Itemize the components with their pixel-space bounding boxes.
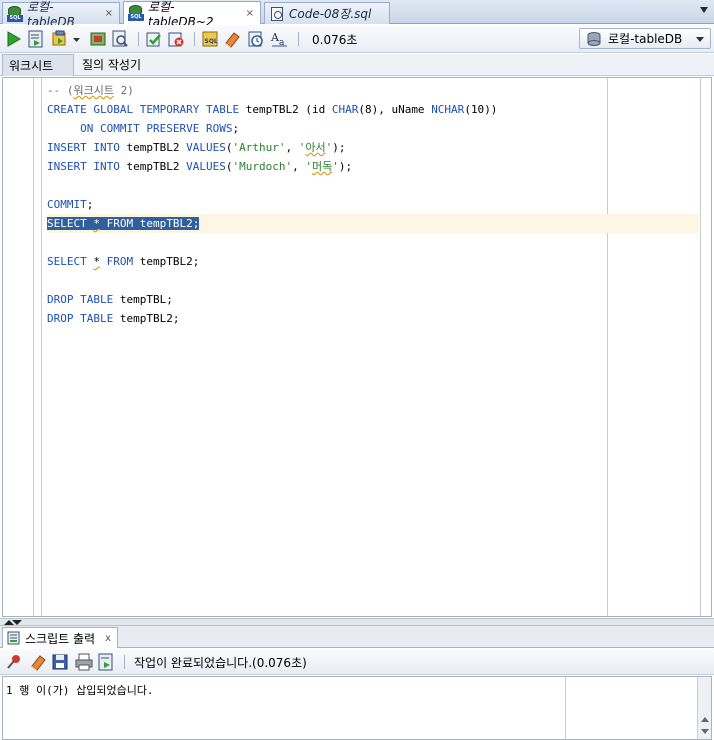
explain-plan-icon[interactable] [88,29,108,49]
code-line[interactable] [47,233,699,252]
autotrace-icon[interactable] [110,29,130,49]
run-script-icon[interactable] [26,29,46,49]
editor-edge [700,78,701,616]
code-line[interactable]: ON COMMIT PRESERVE ROWS; [47,119,699,138]
code-line[interactable]: DROP TABLE tempTBL; [47,290,699,309]
tab-local-tabledb[interactable]: SQL 로컬-tableDB × [2,0,120,29]
code-line[interactable]: INSERT INTO tempTBL2 VALUES('Murdoch', '… [47,157,699,176]
editor-tab-strip: SQL 로컬-tableDB × SQL 로컬-tableDB~2 × Code… [0,0,714,29]
script-output-area[interactable]: 1 행 이(가) 삽입되었습니다. [2,676,712,740]
tab-label: 스크립트 출력 [25,631,96,646]
clear-output-icon[interactable] [28,652,48,672]
gutter-divider [41,78,42,616]
history-icon[interactable] [246,29,266,49]
code-line[interactable]: SELECT * FROM tempTBL2; [47,252,699,271]
save-icon[interactable] [50,652,70,672]
run-statement-icon[interactable] [4,29,24,49]
clear-icon[interactable] [222,29,242,49]
tab-close-icon[interactable]: × [246,8,254,19]
panel-splitter[interactable] [0,618,714,626]
toolbar-separator [194,32,195,46]
tab-list-dropdown-icon[interactable] [700,7,708,13]
code-line[interactable] [47,176,699,195]
print-icon[interactable] [74,652,94,672]
scroll-up-icon[interactable] [701,717,709,722]
code-area[interactable]: -- (워크시트 2) CREATE GLOBAL TEMPORARY TABLE… [47,81,699,328]
code-line[interactable] [47,271,699,290]
worksheet-toolbar: SQL Aa 0.076초 로컬-tableDB [0,25,714,53]
toolbar-separator [298,32,299,46]
sql-file-icon [269,6,285,22]
tab-local-tabledb-2[interactable]: SQL 로컬-tableDB~2 × [123,0,261,29]
sql-connection-icon: SQL [128,5,144,21]
code-line[interactable]: INSERT INTO tempTBL2 VALUES('Arthur', '아… [47,138,699,157]
connection-label: 로컬-tableDB [608,32,683,46]
execution-time: 0.076초 [312,33,358,47]
output-toolbar: 작업이 완료되었습니다.(0.076초) [0,649,714,675]
code-line[interactable]: DROP TABLE tempTBL2; [47,309,699,328]
code-line[interactable]: COMMIT; [47,195,699,214]
tab-query-builder[interactable]: 질의 작성기 [76,54,147,76]
tab-label: Code-08장.sql [289,7,372,21]
commit-icon[interactable] [50,29,70,49]
tab-close-icon[interactable]: × [105,8,113,19]
connection-select[interactable]: 로컬-tableDB [579,28,711,49]
toolbar-separator [138,32,139,46]
dropdown-icon[interactable] [72,29,82,49]
gutter-divider [33,78,34,616]
format-case-icon[interactable]: Aa [270,29,290,49]
scroll-down-icon[interactable] [701,729,709,734]
svg-text:SQL: SQL [205,38,218,45]
tab-close-icon[interactable]: x [105,633,111,644]
run-script-icon[interactable] [96,652,116,672]
chevron-down-icon [696,37,704,42]
tab-code-08-sql[interactable]: Code-08장.sql [264,2,390,24]
sql-connection-icon: SQL [7,5,23,22]
commit-transaction-icon[interactable] [144,29,164,49]
code-line[interactable]: CREATE GLOBAL TEMPORARY TABLE tempTBL2 (… [47,100,699,119]
status-message: 작업이 완료되었습니다.(0.076초) [134,656,307,670]
tab-worksheet[interactable]: 워크시트 [2,54,74,76]
toolbar-separator [124,655,125,669]
pin-icon[interactable] [4,652,24,672]
script-output-icon [7,631,21,645]
database-connection-icon [586,31,602,47]
code-line[interactable]: -- (워크시트 2) [47,81,699,100]
sql-tuning-icon[interactable]: SQL [200,29,220,49]
tab-script-output[interactable]: 스크립트 출력 x [2,627,118,648]
output-tab-strip: 스크립트 출력 x [0,626,714,648]
output-result-text: 1 행 이(가) 삽입되었습니다. [6,684,154,697]
sql-editor[interactable]: -- (워크시트 2) CREATE GLOBAL TEMPORARY TABLE… [2,77,712,617]
vertical-scrollbar[interactable] [697,677,711,739]
code-line[interactable]: SELECT * FROM tempTBL2; [47,214,699,233]
output-margin-guide [565,677,566,739]
rollback-icon[interactable] [166,29,186,49]
worksheet-subtabs: 워크시트 질의 작성기 [0,54,714,76]
minimize-down-icon[interactable] [12,620,22,625]
